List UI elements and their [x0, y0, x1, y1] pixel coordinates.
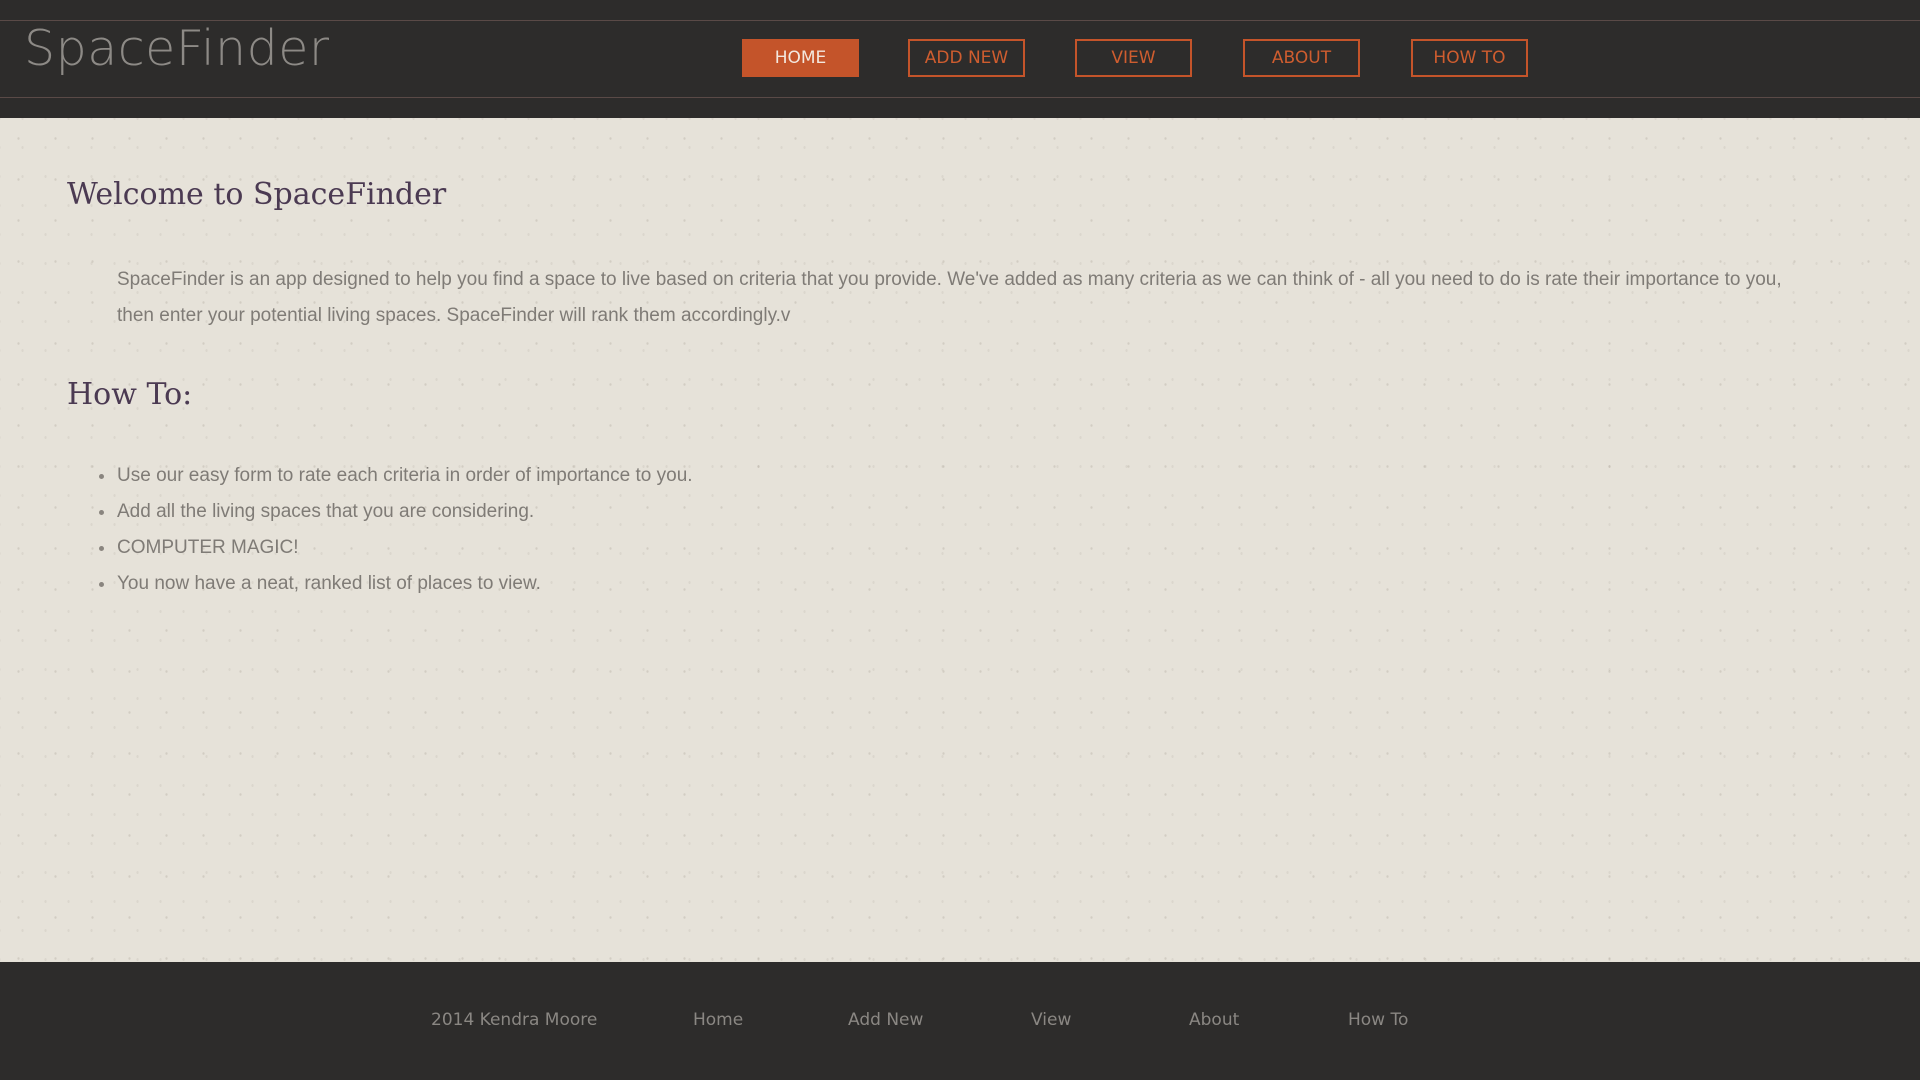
list-item: COMPUTER MAGIC!	[99, 530, 693, 566]
footer-link-about[interactable]: About	[1189, 1010, 1239, 1030]
bottom-divider-line	[0, 97, 1920, 98]
footer-link-view[interactable]: View	[1031, 1010, 1071, 1030]
nav-view-button[interactable]: VIEW	[1075, 39, 1192, 77]
list-item: You now have a neat, ranked list of plac…	[99, 566, 693, 602]
nav-add-new-button[interactable]: ADD NEW	[908, 39, 1025, 77]
list-item: Use our easy form to rate each criteria …	[99, 458, 693, 494]
footer-link-how-to[interactable]: How To	[1348, 1010, 1408, 1030]
intro-line-1: SpaceFinder is an app designed to help y…	[117, 269, 1782, 290]
main-nav: HOME ADD NEW VIEW ABOUT HOW TO	[0, 39, 1920, 77]
intro-line-2: then enter your potential living spaces.…	[117, 305, 791, 326]
nav-how-to-button[interactable]: HOW TO	[1411, 39, 1528, 77]
intro-paragraph: SpaceFinder is an app designed to help y…	[117, 262, 1920, 334]
main-content: Welcome to SpaceFinder SpaceFinder is an…	[0, 118, 1920, 962]
welcome-title: Welcome to SpaceFinder	[67, 177, 447, 212]
footer-link-home[interactable]: Home	[693, 1010, 743, 1030]
list-item: Add all the living spaces that you are c…	[99, 494, 693, 530]
how-to-list: Use our easy form to rate each criteria …	[99, 458, 693, 602]
footer-link-add-new[interactable]: Add New	[848, 1010, 923, 1030]
nav-home-button[interactable]: HOME	[742, 39, 859, 77]
footer-copyright: 2014 Kendra Moore	[431, 1010, 598, 1030]
top-navigation-bar: SpaceFinder HOME ADD NEW VIEW ABOUT HOW …	[0, 0, 1920, 118]
how-to-title: How To:	[67, 377, 193, 412]
footer: 2014 Kendra Moore Home Add New View Abou…	[0, 962, 1920, 1080]
nav-about-button[interactable]: ABOUT	[1243, 39, 1360, 77]
